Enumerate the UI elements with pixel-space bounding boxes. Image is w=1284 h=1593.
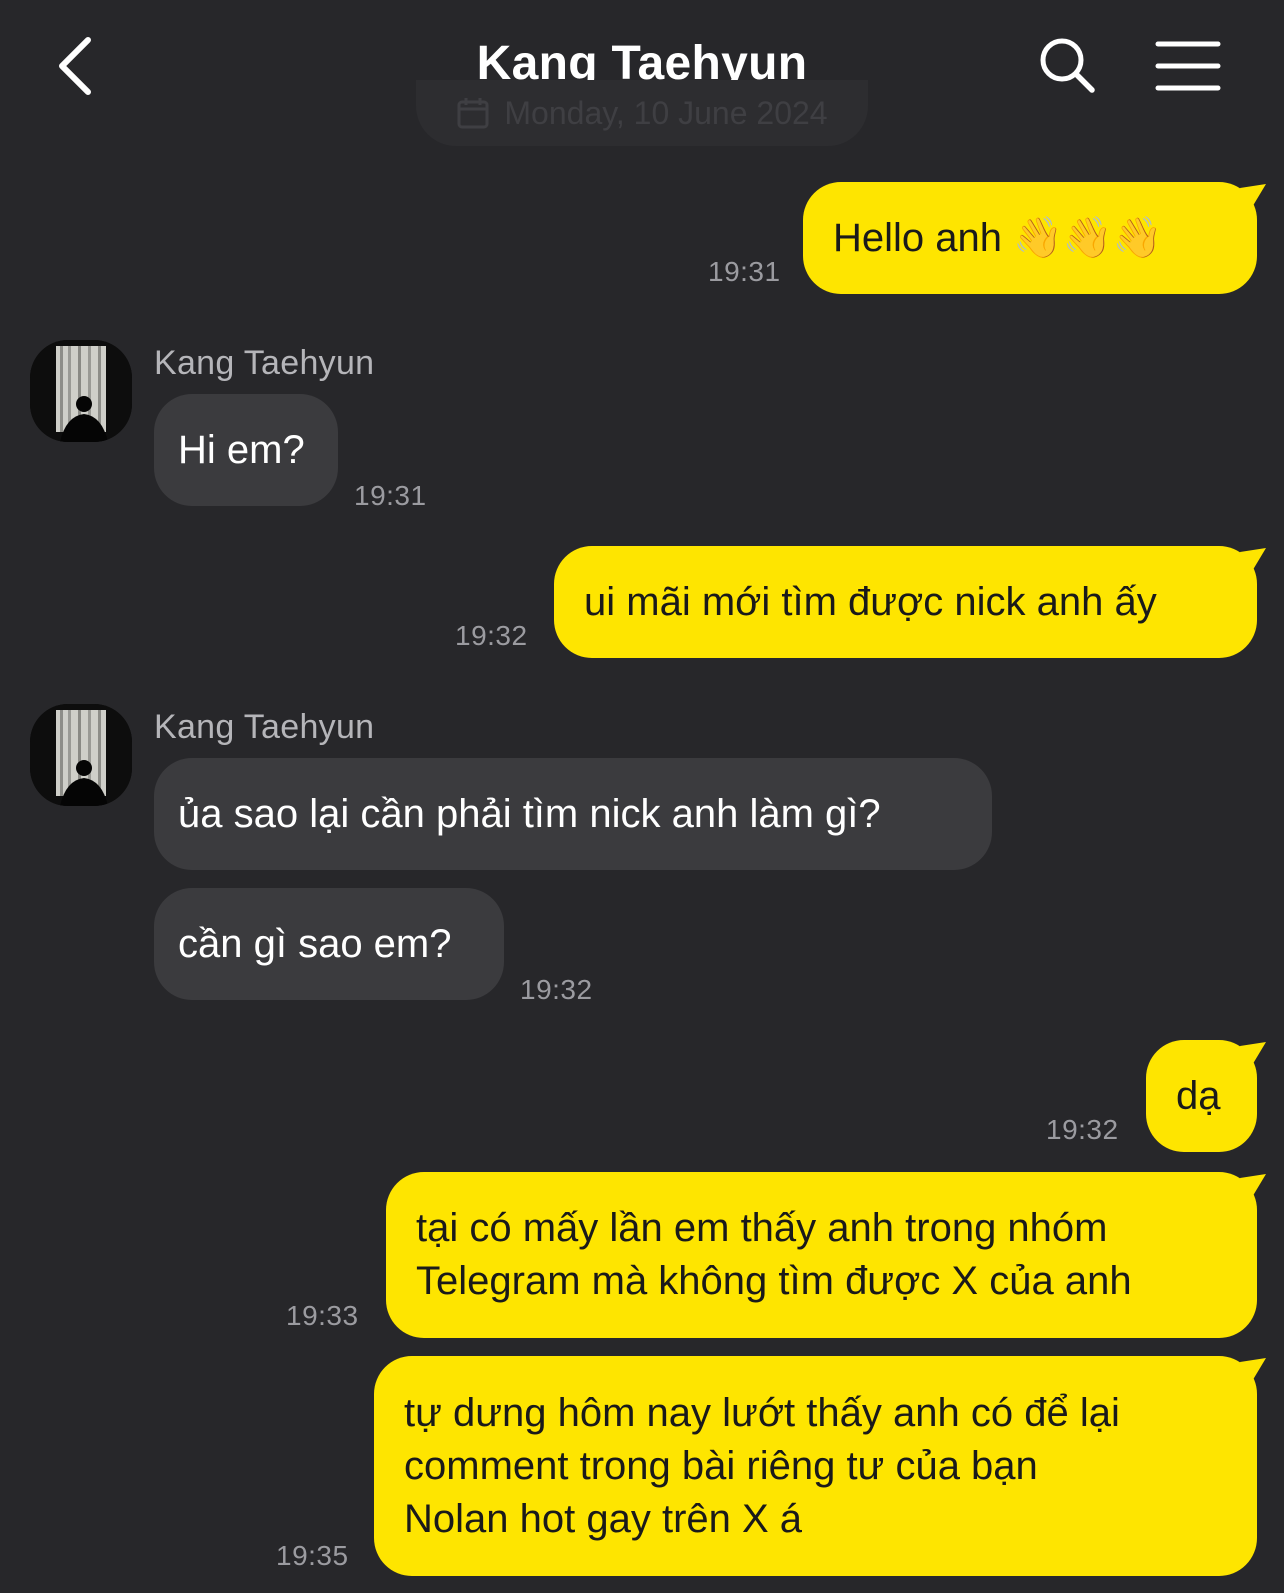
avatar[interactable] [30, 340, 132, 442]
message-time: 19:32 [455, 620, 528, 651]
bubble-tail [1240, 1042, 1266, 1072]
message-bubble-outgoing[interactable]: tại có mấy lần em thấy anh trong nhóm Te… [386, 1172, 1257, 1338]
search-button[interactable] [1036, 34, 1100, 98]
bubble-tail [1240, 548, 1266, 578]
message-text: ủa sao lại cần phải tìm nick anh làm gì? [178, 791, 881, 836]
date-divider: Monday, 10 June 2024 [416, 80, 868, 146]
message-text: Hi em? [178, 427, 305, 472]
hamburger-menu-icon [1155, 41, 1221, 91]
avatar-silhouette-icon [30, 340, 132, 442]
message-text-line: tự dưng hôm nay lướt thấy anh có để lại [404, 1390, 1120, 1435]
message-text: Hello anh 👋👋👋 [833, 215, 1163, 260]
message-text: ui mãi mới tìm được nick anh ấy [584, 579, 1157, 624]
message-text: dạ [1176, 1073, 1221, 1118]
date-divider-label: Monday, 10 June 2024 [504, 94, 828, 131]
menu-button[interactable] [1154, 36, 1224, 96]
message-bubble-incoming[interactable]: ủa sao lại cần phải tìm nick anh làm gì? [154, 758, 992, 870]
message-bubble-outgoing[interactable]: ui mãi mới tìm được nick anh ấy [554, 546, 1257, 658]
calendar-icon [457, 98, 489, 129]
message-text: cần gì sao em? [178, 921, 452, 966]
message-bubble-outgoing[interactable]: Hello anh 👋👋👋 [803, 182, 1257, 294]
message-time: 19:33 [286, 1300, 359, 1331]
message-time: 19:31 [354, 480, 427, 511]
message-text-line: tại có mấy lần em thấy anh trong nhóm [416, 1206, 1108, 1250]
bubble-tail [1240, 184, 1266, 214]
message-bubble-incoming[interactable]: cần gì sao em? [154, 888, 504, 1000]
message-time: 19:32 [520, 974, 593, 1005]
avatar[interactable] [30, 704, 132, 806]
sender-name: Kang Taehyun [154, 708, 375, 746]
avatar-silhouette-icon [30, 704, 132, 806]
message-text-line: Telegram mà không tìm được X của anh [416, 1259, 1132, 1303]
message-time: 19:35 [276, 1540, 349, 1571]
bubble-tail [1240, 1174, 1266, 1204]
message-time: 19:31 [708, 256, 781, 287]
message-text-line: comment trong bài riêng tư của bạn [404, 1443, 1038, 1488]
message-time: 19:32 [1046, 1114, 1119, 1145]
message-text-line: Nolan hot gay trên X á [404, 1496, 803, 1541]
search-icon [1040, 38, 1095, 93]
sender-name: Kang Taehyun [154, 344, 375, 382]
bubble-tail [1240, 1358, 1266, 1388]
message-bubble-outgoing[interactable]: tự dưng hôm nay lướt thấy anh có để lại … [374, 1356, 1257, 1576]
message-bubble-incoming[interactable]: Hi em? [154, 394, 338, 506]
